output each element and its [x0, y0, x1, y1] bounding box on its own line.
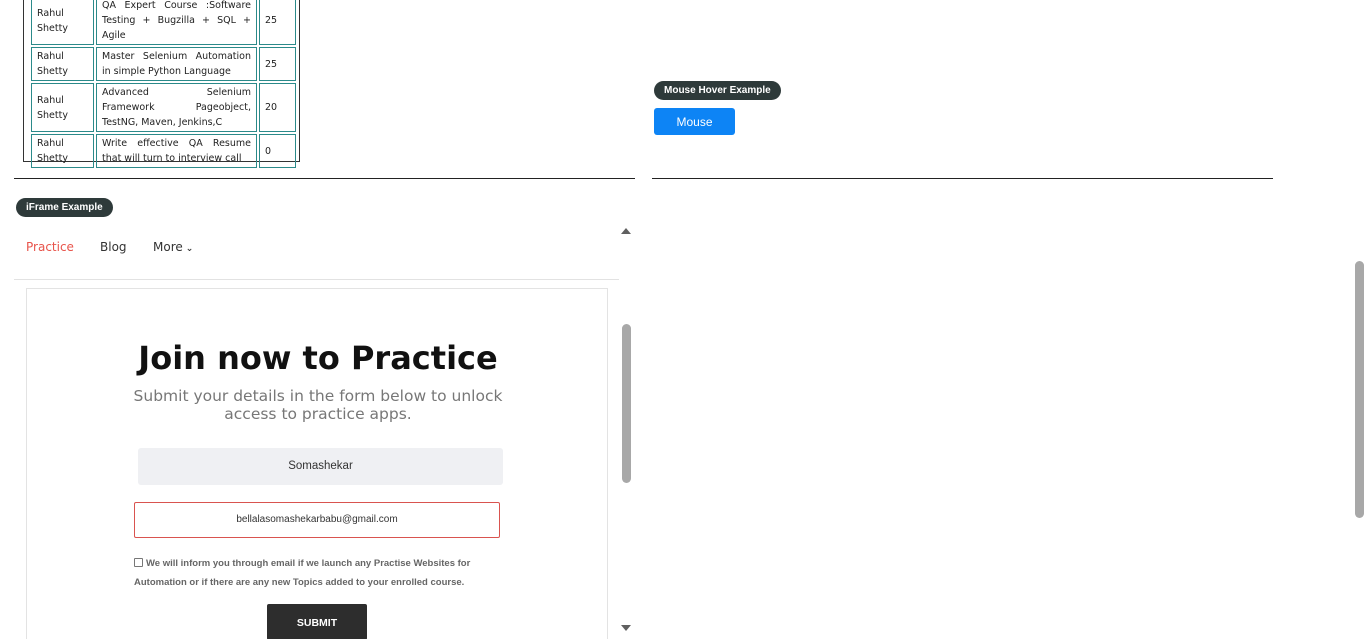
practice-iframe[interactable]: Practice Blog More ⌄ Join now to Practice… — [14, 226, 635, 639]
table-row: Rahul Shetty Advanced Selenium Framework… — [31, 83, 296, 132]
price-cell: 20 — [259, 83, 296, 132]
instructor-cell: Rahul Shetty — [31, 47, 94, 81]
table-row: Rahul Shetty QA Expert Course :Software … — [31, 0, 296, 45]
instructor-cell: Rahul Shetty — [31, 83, 94, 132]
iframe-nav: Practice Blog More ⌄ — [14, 226, 619, 280]
course-table: Rahul Shetty QA Expert Course :Software … — [29, 0, 298, 170]
scroll-down-icon[interactable] — [621, 625, 631, 631]
mouse-hover-button[interactable]: Mouse Hover — [654, 108, 735, 156]
nav-more-label: More — [153, 240, 183, 254]
consent-checkbox[interactable] — [134, 558, 143, 567]
section-divider-right — [652, 178, 1273, 179]
page-scroll-thumb[interactable] — [1355, 261, 1364, 518]
course-cell: Master Selenium Automation in simple Pyt… — [96, 47, 257, 81]
nav-link-blog[interactable]: Blog — [100, 240, 127, 254]
nav-link-practice[interactable]: Practice — [26, 240, 74, 254]
join-form-card: Join now to Practice Submit your details… — [26, 288, 608, 639]
consent-label: We will inform you through email if we l… — [134, 558, 471, 588]
email-input[interactable]: bellalasomashekarbabu@gmail.com — [134, 502, 500, 538]
mouse-hover-badge: Mouse Hover Example — [654, 81, 781, 100]
course-cell: Write effective QA Resume that will turn… — [96, 134, 257, 168]
course-cell: Advanced Selenium Framework Pageobject, … — [96, 83, 257, 132]
chevron-down-icon: ⌄ — [185, 244, 194, 254]
table-row: Rahul Shetty Master Selenium Automation … — [31, 47, 296, 81]
section-divider-left — [14, 178, 635, 179]
scroll-up-icon[interactable] — [621, 228, 631, 234]
course-table-container: Rahul Shetty QA Expert Course :Software … — [23, 0, 300, 168]
course-cell: QA Expert Course :Software Testing + Bug… — [96, 0, 257, 45]
price-cell: 0 — [259, 134, 296, 168]
name-input[interactable]: Somashekar — [138, 448, 503, 485]
iframe-scrollbar[interactable] — [619, 226, 635, 639]
nav-more-dropdown[interactable]: More ⌄ — [153, 240, 193, 254]
price-cell: 25 — [259, 47, 296, 81]
join-title: Join now to Practice — [138, 339, 498, 377]
consent-row: We will inform you through email if we l… — [134, 554, 494, 592]
price-cell: 25 — [259, 0, 296, 45]
instructor-cell: Rahul Shetty — [31, 0, 94, 45]
table-row: Rahul Shetty Write effective QA Resume t… — [31, 134, 296, 168]
iframe-scroll-thumb[interactable] — [622, 324, 631, 483]
page-scrollbar[interactable] — [1352, 0, 1367, 639]
instructor-cell: Rahul Shetty — [31, 134, 94, 168]
iframe-badge: iFrame Example — [16, 198, 113, 217]
submit-button[interactable]: SUBMIT — [267, 604, 367, 639]
join-subtitle: Submit your details in the form below to… — [133, 387, 503, 423]
